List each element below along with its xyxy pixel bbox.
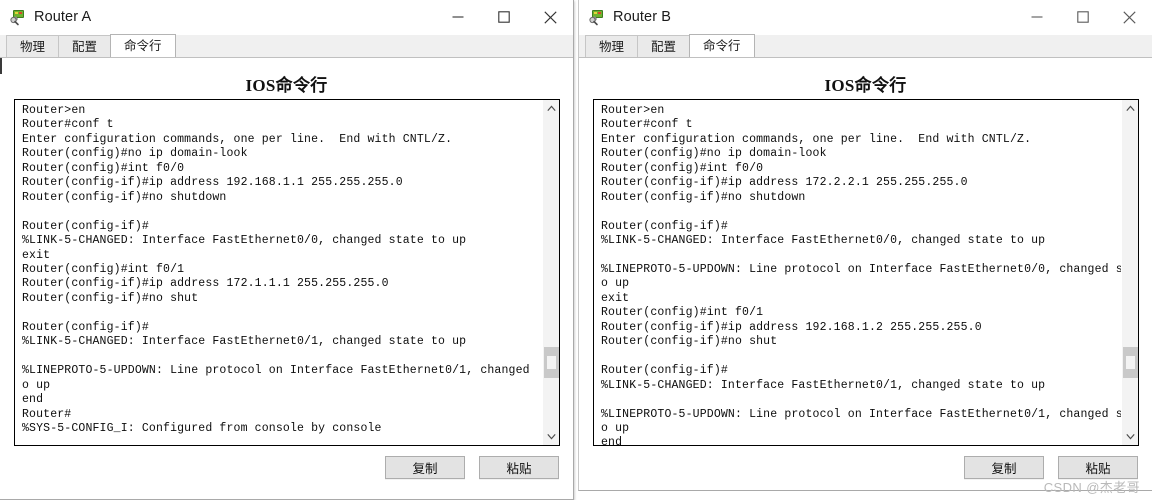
scrollbar-thumb-nub: [1126, 356, 1135, 370]
screen-root: Router A 物理 配置 命令行 IOS命令行 Router>en Rout…: [0, 0, 1152, 500]
terminal-scrollbar[interactable]: [542, 100, 559, 445]
scroll-down-icon[interactable]: [1122, 428, 1138, 445]
tab-physical[interactable]: 物理: [6, 35, 60, 57]
scrollbar-thumb[interactable]: [544, 347, 559, 379]
window-title: Router A: [34, 9, 92, 25]
scrollbar-track[interactable]: [543, 117, 559, 428]
terminal-container: Router>en Router#conf t Enter configurat…: [593, 99, 1139, 446]
scroll-up-icon[interactable]: [543, 100, 559, 117]
window-router-b: Router B 物理 配置 命令行 IOS命令行 Router>en Rout…: [578, 0, 1152, 491]
panel-cli: IOS命令行 Router>en Router#conf t Enter con…: [579, 58, 1152, 490]
router-device-icon: [9, 8, 27, 26]
close-icon[interactable]: [527, 0, 573, 34]
panel-cli: IOS命令行 Router>en Router#conf t Enter con…: [0, 58, 573, 499]
window-controls: [435, 0, 573, 34]
close-icon[interactable]: [1106, 0, 1152, 34]
router-device-icon: [588, 8, 606, 26]
tab-cli[interactable]: 命令行: [110, 34, 176, 57]
terminal-output[interactable]: Router>en Router#conf t Enter configurat…: [15, 100, 542, 445]
scrollbar-thumb[interactable]: [1123, 347, 1138, 379]
window-controls: [1014, 0, 1152, 34]
tabstrip: 物理 配置 命令行: [579, 34, 1152, 58]
scrollbar-thumb-nub: [547, 356, 556, 370]
action-buttons: 复制 粘贴: [964, 456, 1138, 479]
tab-config[interactable]: 配置: [637, 35, 691, 57]
maximize-icon[interactable]: [481, 0, 527, 34]
tabstrip: 物理 配置 命令行: [0, 34, 573, 58]
tab-physical[interactable]: 物理: [585, 35, 639, 57]
paste-button[interactable]: 粘贴: [479, 456, 559, 479]
minimize-icon[interactable]: [435, 0, 481, 34]
titlebar[interactable]: Router A: [0, 0, 573, 35]
paste-button[interactable]: 粘贴: [1058, 456, 1138, 479]
tab-cli[interactable]: 命令行: [689, 34, 755, 57]
terminal-container: Router>en Router#conf t Enter configurat…: [14, 99, 560, 446]
copy-button[interactable]: 复制: [964, 456, 1044, 479]
terminal-output[interactable]: Router>en Router#conf t Enter configurat…: [594, 100, 1121, 445]
minimize-icon[interactable]: [1014, 0, 1060, 34]
scroll-up-icon[interactable]: [1122, 100, 1138, 117]
terminal-scrollbar[interactable]: [1121, 100, 1138, 445]
maximize-icon[interactable]: [1060, 0, 1106, 34]
window-title: Router B: [613, 9, 672, 25]
copy-button[interactable]: 复制: [385, 456, 465, 479]
titlebar[interactable]: Router B: [579, 0, 1152, 35]
watermark: CSDN @杰老哥: [1043, 480, 1140, 495]
window-router-a: Router A 物理 配置 命令行 IOS命令行 Router>en Rout…: [0, 0, 574, 500]
tab-config[interactable]: 配置: [58, 35, 112, 57]
scrollbar-track[interactable]: [1122, 117, 1138, 428]
scroll-down-icon[interactable]: [543, 428, 559, 445]
action-buttons: 复制 粘贴: [385, 456, 559, 479]
edge-accent: [0, 58, 2, 74]
